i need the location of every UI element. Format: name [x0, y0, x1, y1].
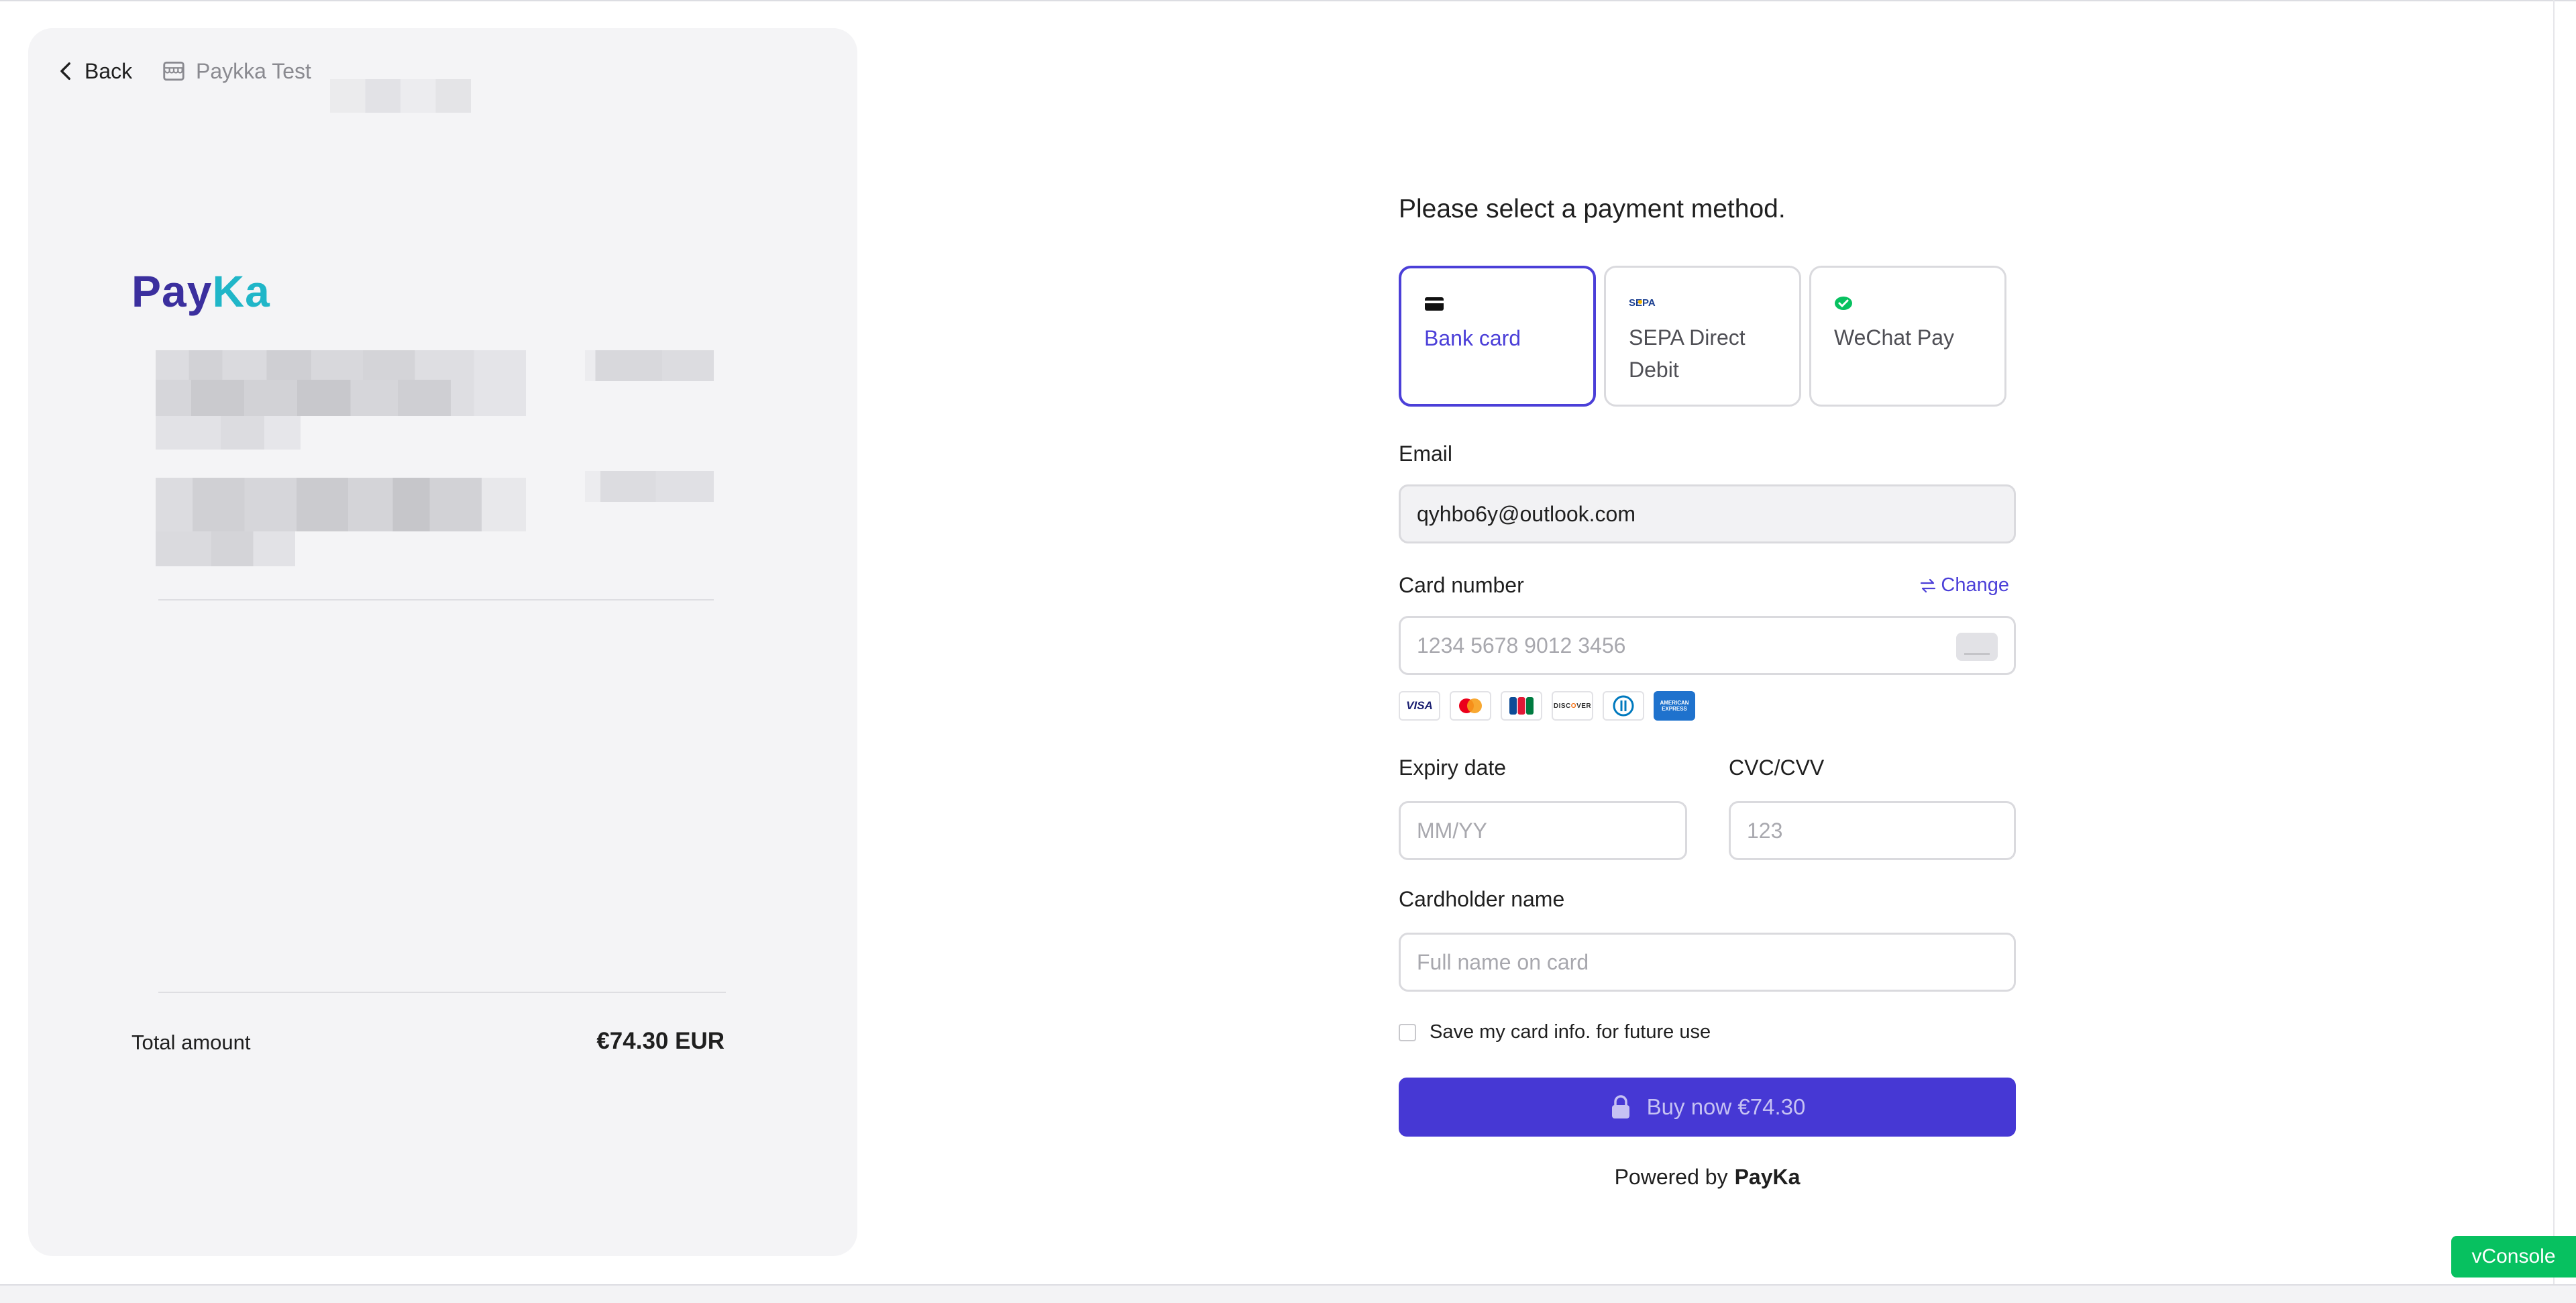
vconsole-button[interactable]: vConsole	[2451, 1236, 2576, 1278]
powered-by-label: Powered by	[1614, 1165, 1728, 1189]
store-name-label: Paykka Test	[196, 58, 311, 83]
swap-icon	[1921, 578, 1936, 592]
diners-club-icon	[1603, 691, 1644, 721]
change-card-input-button[interactable]: Change	[1919, 574, 2009, 596]
save-card-label[interactable]: Save my card info. for future use	[1430, 1021, 1711, 1043]
discover-icon: DISCOVER	[1552, 691, 1593, 721]
card-number-label: Card number	[1399, 573, 1524, 597]
email-label: Email	[1399, 441, 1453, 466]
redacted-item-2-price	[585, 471, 714, 502]
payment-method-selector: Bank card SEPA SEPA Direct Debit WeChat …	[1399, 266, 2009, 407]
paykka-logo: PayKa	[131, 266, 270, 316]
expiry-placeholder: MM/YY	[1417, 818, 1487, 843]
store-icon	[163, 61, 184, 81]
total-divider	[158, 992, 726, 993]
total-amount-value: €74.30 EUR	[596, 1028, 724, 1054]
redacted-item-2-name-line2	[156, 531, 295, 566]
cvc-input[interactable]: 123	[1729, 801, 2016, 860]
method-wechat-pay[interactable]: WeChat Pay	[1809, 266, 2006, 407]
cardholder-placeholder: Full name on card	[1417, 949, 1589, 974]
wechat-icon	[1835, 297, 1852, 310]
cardholder-name-label: Cardholder name	[1399, 887, 1565, 911]
method-label: SEPA Direct Debit	[1629, 325, 1746, 382]
redacted-item-1-name-line2	[156, 380, 451, 416]
american-express-icon: AMERICAN EXPRESS	[1654, 691, 1695, 721]
card-icon	[1425, 297, 1444, 311]
expiry-date-label: Expiry date	[1399, 755, 1507, 780]
buy-now-label: Buy now €74.30	[1646, 1094, 1806, 1119]
buy-now-button[interactable]: Buy now €74.30	[1399, 1078, 2016, 1137]
cardholder-name-input[interactable]: Full name on card	[1399, 933, 2016, 992]
vertical-scrollbar[interactable]	[2553, 0, 2555, 1284]
bottom-bar	[0, 1284, 2576, 1303]
jcb-icon	[1501, 691, 1542, 721]
method-label: Bank card	[1424, 326, 1521, 350]
card-number-input[interactable]: 1234 5678 9012 3456	[1399, 616, 2016, 675]
method-sepa-direct-debit[interactable]: SEPA SEPA Direct Debit	[1604, 266, 1801, 407]
svg-text:SEPA: SEPA	[1629, 297, 1656, 309]
redacted-store-suffix	[330, 79, 471, 113]
email-value: qyhbo6y@outlook.com	[1417, 501, 1635, 526]
back-button[interactable]: Back	[55, 52, 132, 90]
top-border	[0, 0, 2576, 1]
save-card-row: Save my card info. for future use	[1399, 1021, 1711, 1043]
back-label: Back	[85, 58, 133, 83]
payment-heading: Please select a payment method.	[1399, 195, 1786, 223]
expiry-date-input[interactable]: MM/YY	[1399, 801, 1687, 860]
mastercard-icon	[1450, 691, 1491, 721]
redacted-item-1-price	[585, 350, 714, 381]
lock-icon	[1611, 1095, 1629, 1118]
visa-icon: VISA	[1399, 691, 1440, 721]
items-divider	[158, 599, 714, 601]
redacted-item-1-name-line3	[156, 416, 301, 450]
powered-by: Powered by PayKa	[1399, 1165, 2016, 1190]
order-summary-panel	[28, 28, 857, 1256]
cvc-placeholder: 123	[1747, 818, 1783, 843]
email-field[interactable]: qyhbo6y@outlook.com	[1399, 484, 2016, 543]
method-bank-card[interactable]: Bank card	[1399, 266, 1596, 407]
card-generic-icon	[1956, 633, 1998, 661]
chevron-left-icon	[60, 62, 70, 81]
total-amount-label: Total amount	[131, 1031, 251, 1054]
accepted-card-brands: VISA DISCOVER AMERICAN EXPRESS	[1399, 691, 1695, 725]
method-label: WeChat Pay	[1834, 325, 1955, 350]
card-number-placeholder: 1234 5678 9012 3456	[1417, 633, 1626, 658]
cvc-label: CVC/CVV	[1729, 755, 1825, 780]
save-card-checkbox[interactable]	[1399, 1023, 1416, 1041]
sepa-icon: SEPA	[1629, 297, 1656, 309]
change-label: Change	[1941, 574, 2009, 596]
store-name: Paykka Test	[161, 52, 311, 90]
powered-by-brand: PayKa	[1734, 1165, 1801, 1189]
redacted-item-2-name	[156, 478, 526, 531]
